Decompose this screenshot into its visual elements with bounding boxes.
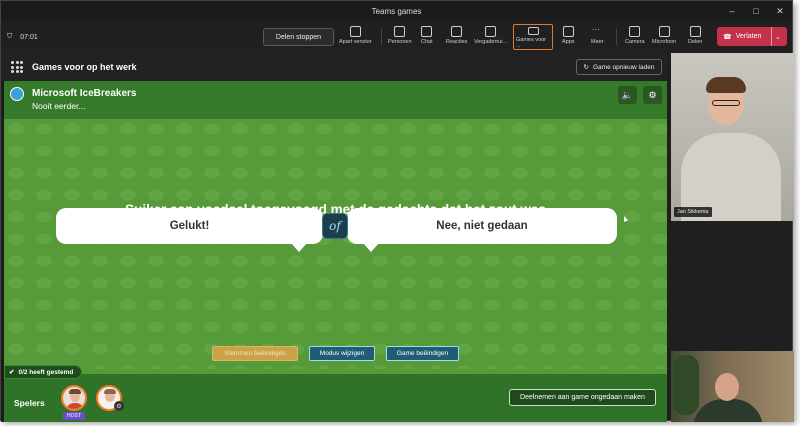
leave-button[interactable]: ☎ Verlaten ⌄ [717,27,787,46]
check-icon: ✔ [9,369,15,376]
host-badge: HOST [63,412,85,420]
game-area: Microsoft IceBreakers Nooit eerder... 🔈 … [4,81,667,422]
apps-button[interactable]: Apps [562,24,575,50]
participant-video[interactable] [671,53,794,221]
game-title: Microsoft IceBreakers [32,88,137,99]
app-launcher-icon[interactable] [11,61,23,73]
gear-icon: ⚙ [648,89,657,100]
more-label: Meer [591,39,604,45]
app-title: Games voor op het werk [32,62,137,72]
sound-button[interactable]: 🔈 [618,86,637,104]
popout-icon [349,26,361,37]
camera-icon [629,26,641,37]
meeting-toolbar: ⛉ 07:01 Delen stoppen Apart venster Pers… [1,21,792,53]
games-button[interactable]: Games voor ... [513,24,553,50]
end-game-button[interactable]: Game beëindigen [386,346,459,361]
icebreakers-logo-icon [10,87,24,101]
background-pattern [4,119,667,369]
vote-status-badge: ✔ 0/2 heeft gestemd [4,365,83,379]
players-label: Spelers [14,398,45,408]
reactions-label: Reacties [446,39,468,45]
answer-yes-label: Gelukt! [169,220,210,232]
camera-label: Camera [625,39,645,45]
answer-yes-button[interactable]: Gelukt! [56,208,323,252]
game-header: Microsoft IceBreakers Nooit eerder... 🔈 … [4,81,667,119]
share-label: Delen [688,39,703,45]
mic-label: Microfoon [652,39,677,45]
change-mode-button[interactable]: Modus wijzigen [309,346,375,361]
refresh-icon: ↻ [583,64,589,71]
mic-icon [658,26,670,37]
divider [771,27,772,46]
camera-button[interactable]: Camera [625,24,645,50]
share-button[interactable]: Delen [688,24,702,50]
people-button[interactable]: Personen [388,24,412,50]
people-label: Personen [388,39,412,45]
leave-label: Verlaten [735,33,762,40]
apps-icon [562,26,574,37]
chat-label: Chat [421,39,433,45]
popout-button[interactable]: Apart venster [339,24,372,50]
settings-button[interactable]: ⚙ [643,86,662,104]
reactions-button[interactable]: Reacties [446,24,467,50]
reload-game-button[interactable]: ↻ Game opnieuw laden [576,59,662,75]
shield-icon: ⛉ [7,33,13,40]
popout-label: Apart venster [339,39,372,45]
divider [381,29,382,45]
game-subtitle: Nooit eerder... [32,101,86,111]
people-icon [394,26,406,37]
meeting-timer: ⛉ 07:01 [7,21,38,53]
rooms-button[interactable]: Vergaderrui... [474,24,507,50]
shared-stage: Games voor op het werk ↻ Game opnieuw la… [1,53,667,422]
or-badge: of [322,213,348,239]
answer-no-label: Nee, niet gedaan [436,220,528,232]
reload-label: Game opnieuw laden [593,63,655,71]
games-icon [527,27,539,35]
app-header: Games voor op het werk ↻ Game opnieuw la… [1,53,667,81]
rooms-label: Vergaderrui... [474,39,508,45]
phone-icon: ☎ [723,33,732,41]
stop-sharing-button[interactable]: Delen stoppen [263,28,334,46]
vote-status-text: 0/2 heeft gestemd [18,368,74,376]
share-icon [689,26,701,37]
window-title: Teams games [371,6,422,16]
chevron-down-icon[interactable]: ⌄ [775,27,781,46]
more-icon: ··· [591,25,600,34]
close-icon[interactable]: ✕ [768,1,792,21]
chat-icon [421,26,433,37]
window-controls: – □ ✕ [720,1,792,21]
maximize-icon[interactable]: □ [744,1,768,21]
apps-label: Apps [562,39,575,45]
speaker-icon: 🔈 [621,89,634,100]
undo-join-button[interactable]: Deelnemen aan game ongedaan maken [509,389,656,406]
avatar[interactable] [61,385,87,411]
more-button[interactable]: ··· Meer [591,24,604,50]
title-bar: Teams games – □ ✕ [1,1,792,21]
player-settings-icon[interactable]: ⚙ [114,401,124,411]
answer-no-button[interactable]: Nee, niet gedaan [347,208,617,252]
rooms-icon [485,26,497,37]
chat-button[interactable]: Chat [421,24,433,50]
minimize-icon[interactable]: – [720,1,744,21]
teams-window: Teams games – □ ✕ ⛉ 07:01 Delen stoppen … [0,0,794,422]
mic-button[interactable]: Microfoon [652,24,676,50]
timer-text: 07:01 [20,33,38,41]
reactions-icon [451,26,463,37]
self-video[interactable] [671,351,794,422]
games-label: Games voor ... [516,37,546,49]
stop-voting-button[interactable]: Stemmen beëindigen [212,346,298,361]
participant-name: Jan Sikkema [674,207,712,217]
divider [616,29,617,45]
